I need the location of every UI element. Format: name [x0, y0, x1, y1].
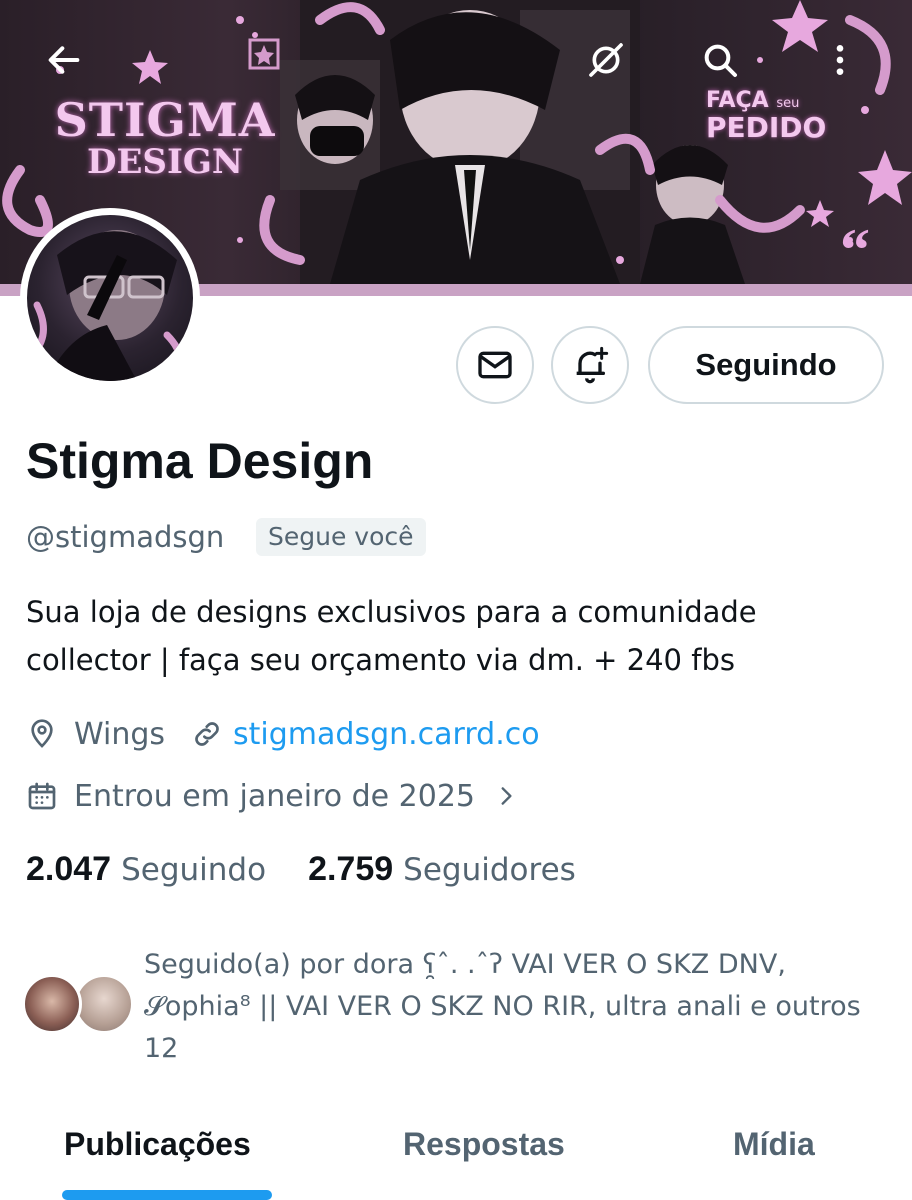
followers-label: Seguidores [403, 852, 576, 888]
followers-count: 2.759 [308, 850, 394, 888]
banner-promo: FAÇA seu PEDIDO [706, 88, 836, 143]
grok-button[interactable] [576, 30, 636, 90]
message-button[interactable] [456, 326, 534, 404]
more-options-button[interactable] [810, 30, 870, 90]
avatar-image [28, 230, 184, 381]
following-label: Seguindo [121, 852, 267, 888]
back-button[interactable] [34, 30, 94, 90]
arrow-left-icon [48, 46, 80, 74]
banner-logo-line2: DESIGN [87, 142, 243, 182]
more-vertical-icon [836, 45, 844, 75]
profile-meta-location-website: Wings stigmadsgn.carrd.co [26, 714, 540, 754]
banner-logo-line1: STIGMA [54, 93, 276, 147]
notifications-button[interactable] [551, 326, 629, 404]
website-link[interactable]: stigmadsgn.carrd.co [233, 717, 540, 752]
mail-icon [478, 351, 512, 379]
follower-avatar [74, 974, 134, 1034]
following-count: 2.047 [26, 850, 112, 888]
search-icon [704, 44, 737, 77]
chevron-right-icon [501, 787, 512, 805]
follows-you-badge: Segue você [256, 518, 426, 556]
follow-counts: 2.047 Seguindo 2.759 Seguidores [26, 850, 576, 889]
followers-stat[interactable]: 2.759 Seguidores [308, 850, 576, 889]
tab-replies[interactable]: Respostas [403, 1126, 565, 1163]
bell-plus-icon [576, 346, 609, 384]
search-button[interactable] [690, 30, 750, 90]
profile-avatar[interactable] [20, 208, 200, 388]
grok-icon [589, 43, 623, 77]
banner-promo-seu: seu [776, 96, 800, 111]
display-name: Stigma Design [26, 433, 374, 489]
banner-promo-faca: FAÇA [706, 88, 769, 113]
following-stat[interactable]: 2.047 Seguindo [26, 850, 266, 889]
active-tab-indicator [62, 1190, 272, 1200]
tab-media[interactable]: Mídia [733, 1126, 815, 1163]
banner-logo: STIGMA DESIGN [50, 96, 280, 180]
followed-by-text[interactable]: Seguido(a) por dora ʕ̯ˆ. .ˆʔ VAI VER O S… [144, 944, 874, 1070]
joined-date-text: Entrou em janeiro de 2025 [74, 778, 476, 814]
banner-promo-pedido: PEDIDO [706, 111, 827, 144]
profile-bio: Sua loja de designs exclusivos para a co… [26, 595, 757, 677]
calendar-icon [28, 782, 56, 810]
joined-date-row[interactable]: Entrou em janeiro de 2025 [26, 776, 519, 816]
location-pin-icon [31, 719, 53, 748]
follower-avatar [22, 974, 82, 1034]
location-text: Wings [74, 716, 166, 752]
tab-posts[interactable]: Publicações [64, 1126, 251, 1163]
following-button[interactable]: Seguindo [648, 326, 884, 404]
svg-text:“: “ [840, 217, 870, 283]
link-icon [195, 722, 219, 746]
user-handle: @stigmadsgn [26, 520, 225, 554]
